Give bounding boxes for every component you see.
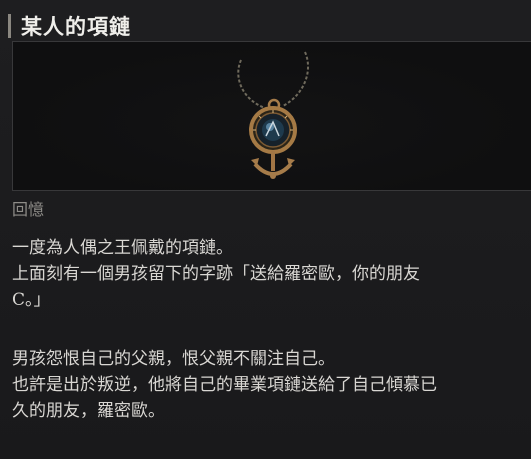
description-line: 久的朋友，羅密歐。 [12,401,165,421]
item-detail-panel: 某人的項鏈 回憶 一度為人偶之王佩戴的項鏈。 上面刻有一個男孩留下的字跡「送給羅… [0,0,531,459]
description-line: C。」 [12,290,51,310]
item-title-bar: 某人的項鏈 [8,12,131,40]
item-image-frame [12,41,531,191]
anchor-pendant-necklace-icon [237,51,309,179]
description-line: 也許是出於叛逆，他將自己的畢業項鏈送給了自己傾慕已 [12,375,437,395]
item-description-block-1: 一度為人偶之王佩戴的項鏈。 上面刻有一個男孩留下的字跡「送給羅密歐，你的朋友 C… [12,235,517,313]
item-category: 回憶 [12,200,45,219]
description-line: 男孩怨恨自己的父親，恨父親不關注自己。 [12,349,335,369]
description-line: 一度為人偶之王佩戴的項鏈。 [12,238,233,258]
item-title: 某人的項鏈 [21,14,131,39]
item-description-block-2: 男孩怨恨自己的父親，恨父親不關注自己。 也許是出於叛逆，他將自己的畢業項鏈送給了… [12,346,517,424]
title-accent-bar [8,14,11,38]
description-line: 上面刻有一個男孩留下的字跡「送給羅密歐，你的朋友 [12,264,420,284]
